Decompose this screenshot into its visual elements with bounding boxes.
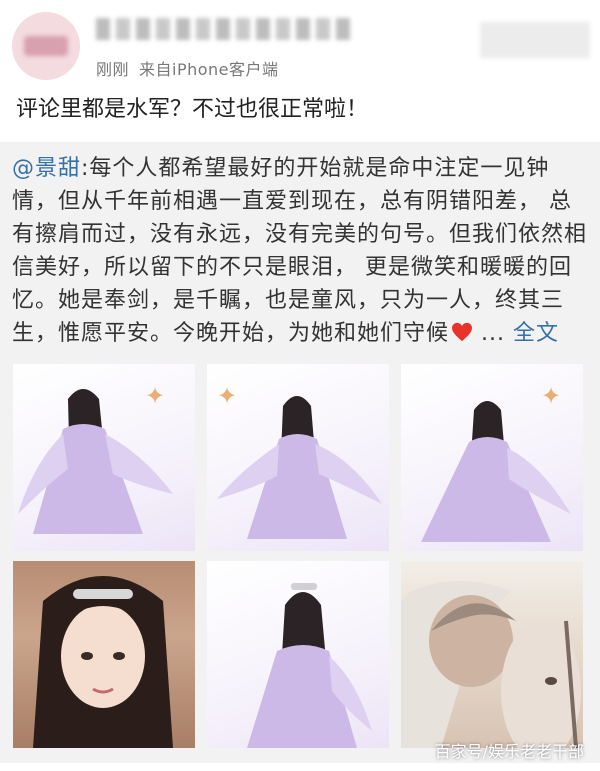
username-blurred[interactable] <box>96 18 350 44</box>
photo-2-logo: ✦ <box>217 382 237 410</box>
photo-1[interactable]: ✦ <box>13 364 195 551</box>
photo-2[interactable]: ✦ <box>207 364 389 551</box>
photo-1-logo: ✦ <box>145 382 165 410</box>
photo-2-figure: ✦ <box>217 382 382 539</box>
ellipsis: ... <box>473 321 513 346</box>
post-header: 刚刚 来自iPhone客户端 <box>0 0 600 88</box>
image-grid: ✦ ✦ ✦ <box>13 364 588 748</box>
post-time: 刚刚 <box>96 60 130 79</box>
repost-card[interactable]: @景甜:每个人都希望最好的开始就是命中注定一见钟情，但从千年前相遇一直爱到现在，… <box>0 142 600 763</box>
repost-text-block: @景甜:每个人都希望最好的开始就是命中注定一见钟情，但从千年前相遇一直爱到现在，… <box>12 152 588 350</box>
photo-4-figure <box>33 576 173 748</box>
heart-icon <box>452 322 473 342</box>
photo-5-figure <box>247 583 372 748</box>
mention-link[interactable]: @景甜 <box>12 156 81 181</box>
photo-6[interactable] <box>401 561 583 748</box>
photo-4[interactable] <box>13 561 195 748</box>
post-source: 来自iPhone客户端 <box>139 60 279 79</box>
photo-5[interactable] <box>207 561 389 748</box>
photo-1-figure: ✦ <box>18 382 173 534</box>
repost-body: :每个人都希望最好的开始就是命中注定一见钟情，但从千年前相遇一直爱到现在，总有阴… <box>12 156 588 346</box>
full-text-link[interactable]: 全文 <box>513 321 559 346</box>
follow-button-blurred[interactable] <box>480 22 590 58</box>
post-text: 评论里都是水军？不过也很正常啦！ <box>16 97 369 122</box>
photo-6-figure <box>401 581 581 748</box>
photo-3-figure: ✦ <box>421 382 571 542</box>
post-meta: 刚刚 来自iPhone客户端 <box>96 56 279 80</box>
watermark: 百家号/娱乐老老干部 <box>434 742 584 761</box>
photo-3-logo: ✦ <box>541 382 561 410</box>
photo-3[interactable]: ✦ <box>401 364 583 551</box>
avatar[interactable] <box>12 12 80 80</box>
